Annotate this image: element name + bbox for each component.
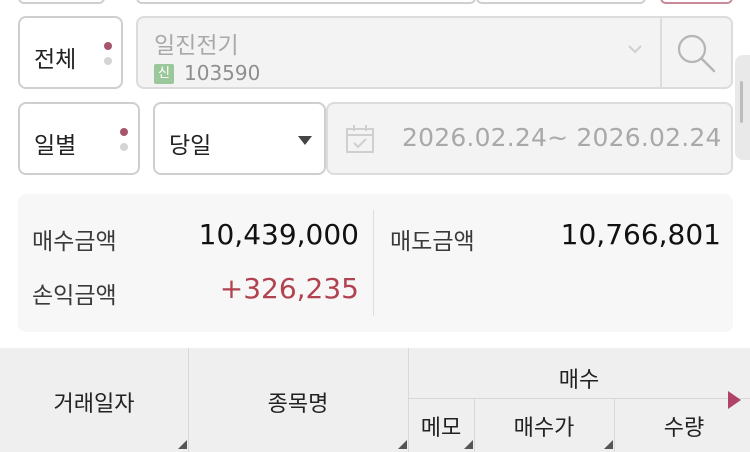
table-header: 거래일자 종목명 매수 메모 매수가 수량 [0, 348, 750, 452]
resize-corner-icon [178, 440, 187, 449]
col-stock-name[interactable]: 종목명 [188, 386, 408, 418]
search-icon[interactable] [673, 30, 719, 76]
buy-amount-value: 10,439,000 [198, 218, 359, 251]
buy-amount-label: 매수금액 [32, 229, 117, 255]
col-group-buy: 매수 [558, 368, 600, 393]
account-filter-button[interactable]: 전체 [18, 16, 123, 89]
dropdown-arrow-icon [298, 136, 312, 145]
top-partial-control[interactable] [476, 0, 646, 4]
pl-amount-label: 손익금액 [32, 283, 117, 309]
trade-history-screen: 전체 일진전기 신 103590 일별 당일 2026.02.24~ 2026.… [0, 0, 750, 452]
resize-corner-icon [398, 440, 407, 449]
col-trade-date[interactable]: 거래일자 [0, 386, 188, 418]
col-memo[interactable]: 메모 [408, 410, 474, 442]
top-partial-control[interactable] [660, 0, 733, 4]
divider [408, 398, 750, 399]
stock-name: 일진전기 [154, 33, 239, 59]
top-partial-control[interactable] [136, 0, 476, 4]
stock-badge: 신 [154, 64, 174, 84]
summary-divider [373, 210, 374, 316]
stock-code: 103590 [184, 61, 261, 85]
divider [614, 398, 615, 452]
sell-amount-value: 10,766,801 [560, 218, 721, 251]
chevron-down-icon[interactable] [628, 44, 642, 54]
divider [660, 18, 662, 87]
date-range-field[interactable]: 2026.02.24~ 2026.02.24 [326, 102, 733, 175]
summary-panel: 매수금액 10,439,000 손익금액 +326,235 매도금액 10,76… [18, 194, 733, 332]
divider [408, 348, 409, 452]
scroll-right-icon[interactable] [728, 391, 741, 409]
top-partial-row [0, 0, 750, 6]
period-select-value: 당일 [169, 133, 212, 159]
side-drawer-handle[interactable] [735, 55, 750, 160]
resize-corner-icon [464, 440, 473, 449]
sell-amount-label: 매도금액 [390, 229, 475, 255]
pl-amount-value: +326,235 [219, 272, 359, 305]
divider [474, 398, 475, 452]
toggle-dots-icon [120, 128, 128, 158]
stock-search-field[interactable]: 일진전기 신 103590 [136, 16, 733, 89]
date-range-text: 2026.02.24~ 2026.02.24 [402, 123, 722, 152]
divider [188, 348, 189, 452]
resize-corner-icon [604, 440, 613, 449]
calendar-icon [346, 125, 374, 153]
toggle-dots-icon [104, 42, 112, 72]
account-filter-label: 전체 [34, 47, 77, 73]
period-filter-label: 일별 [34, 133, 77, 159]
col-quantity[interactable]: 수량 [614, 410, 750, 442]
top-partial-control[interactable] [18, 0, 105, 4]
col-buy-price[interactable]: 매수가 [474, 410, 614, 442]
period-select[interactable]: 당일 [153, 102, 326, 175]
period-filter-button[interactable]: 일별 [18, 102, 140, 175]
